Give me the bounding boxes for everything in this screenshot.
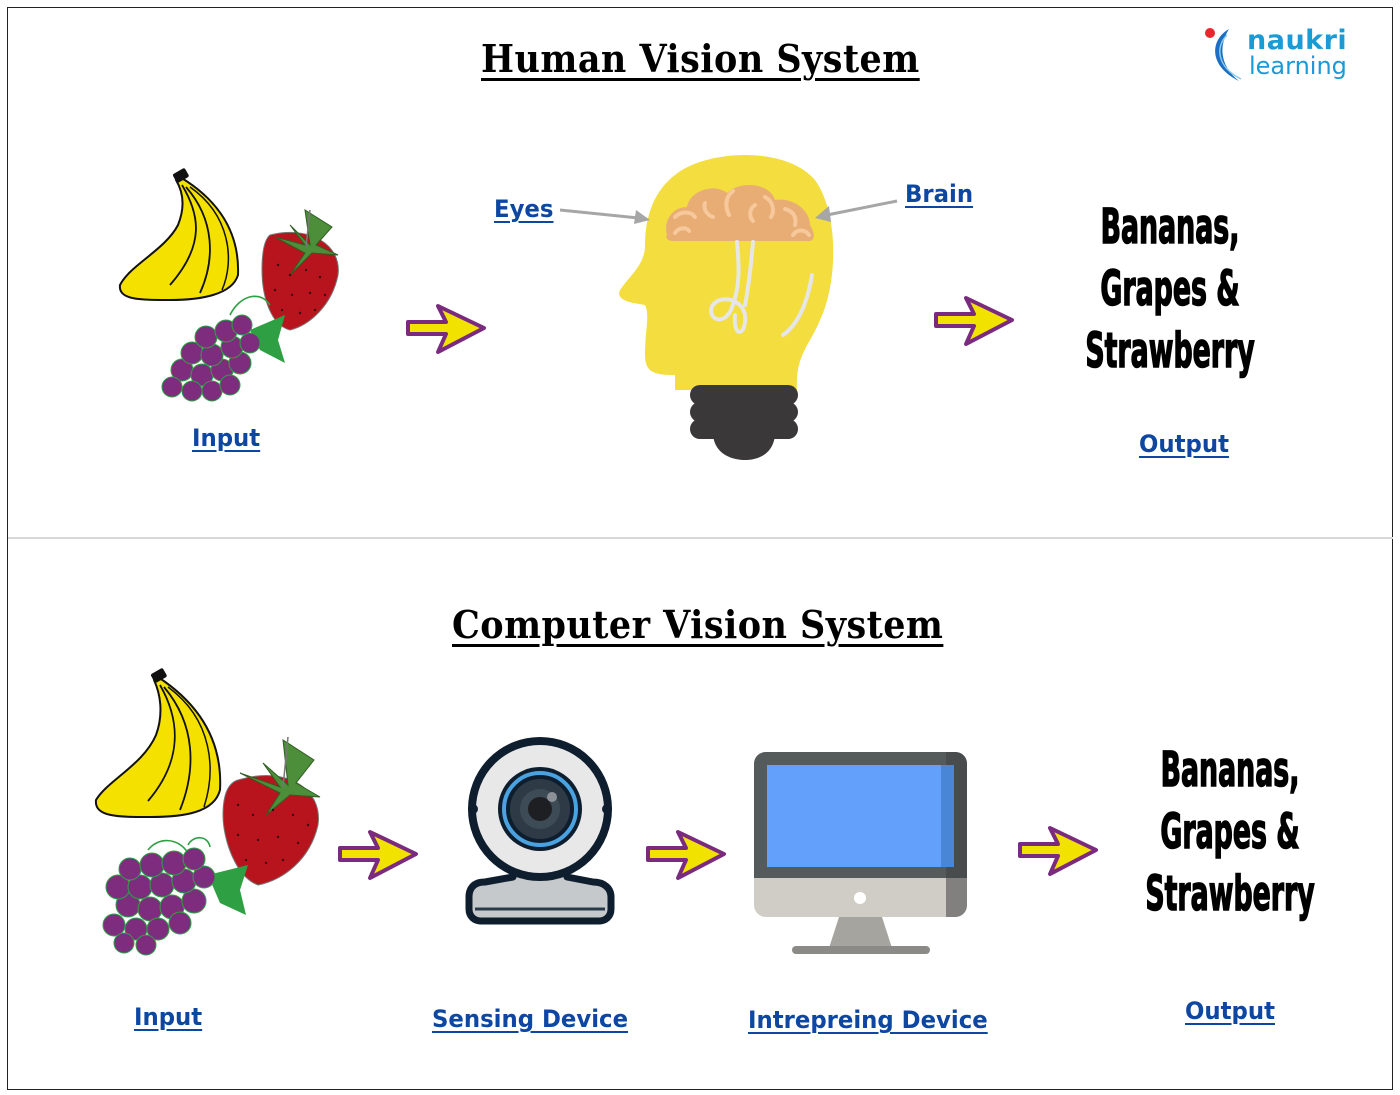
strawberry-icon (222, 736, 321, 886)
section-divider (8, 537, 1393, 539)
human-vision-title: Human Vision System (481, 36, 920, 81)
eyes-pointer-arrow-icon (559, 208, 650, 224)
bulb-base (690, 385, 798, 460)
arrow-right-icon (406, 304, 486, 354)
monitor-icon (754, 752, 967, 954)
brain-pointer-arrow-icon (815, 199, 898, 222)
computer-output-text: Bananas, Grapes & Strawberry (1131, 739, 1329, 925)
arrow-right-icon (1018, 826, 1098, 876)
grapes-icon (161, 295, 285, 402)
brain-label[interactable]: Brain (905, 180, 973, 208)
computer-vision-title: Computer Vision System (452, 602, 944, 647)
arrow-right-icon (338, 830, 418, 880)
output-line: Grapes & (1160, 803, 1300, 861)
sensing-device-label[interactable]: Sensing Device (432, 1005, 628, 1033)
banana-icon (94, 668, 222, 819)
grapes-icon (102, 836, 248, 956)
output-line: Bananas, (1100, 198, 1240, 256)
head-silhouette (619, 155, 834, 390)
computer-output-label[interactable]: Output (1185, 997, 1275, 1025)
arrow-right-icon (646, 830, 726, 880)
computer-input-label[interactable]: Input (134, 1003, 202, 1031)
output-line: Strawberry (1085, 322, 1255, 380)
eyes-label[interactable]: Eyes (494, 195, 553, 223)
strawberry-icon (261, 209, 339, 331)
output-line: Bananas, (1160, 741, 1300, 799)
arrow-right-icon (934, 296, 1014, 346)
human-input-label[interactable]: Input (192, 424, 260, 452)
interpreting-device-label[interactable]: Intrepreing Device (748, 1006, 988, 1034)
fruits-illustration-computer (94, 668, 321, 956)
output-line: Grapes & (1100, 260, 1240, 318)
banana-icon (118, 168, 240, 302)
webcam-icon (465, 737, 615, 925)
human-head-lightbulb-icon (619, 155, 834, 460)
logo-swoosh-icon (1205, 28, 1242, 81)
human-output-label[interactable]: Output (1139, 430, 1229, 458)
naukri-learning-logo: naukri learning (1205, 25, 1365, 85)
logo-text-learning: learning (1249, 52, 1347, 80)
human-output-text: Bananas, Grapes & Strawberry (1071, 196, 1269, 382)
output-line: Strawberry (1145, 865, 1315, 923)
fruits-illustration-human (118, 168, 339, 402)
